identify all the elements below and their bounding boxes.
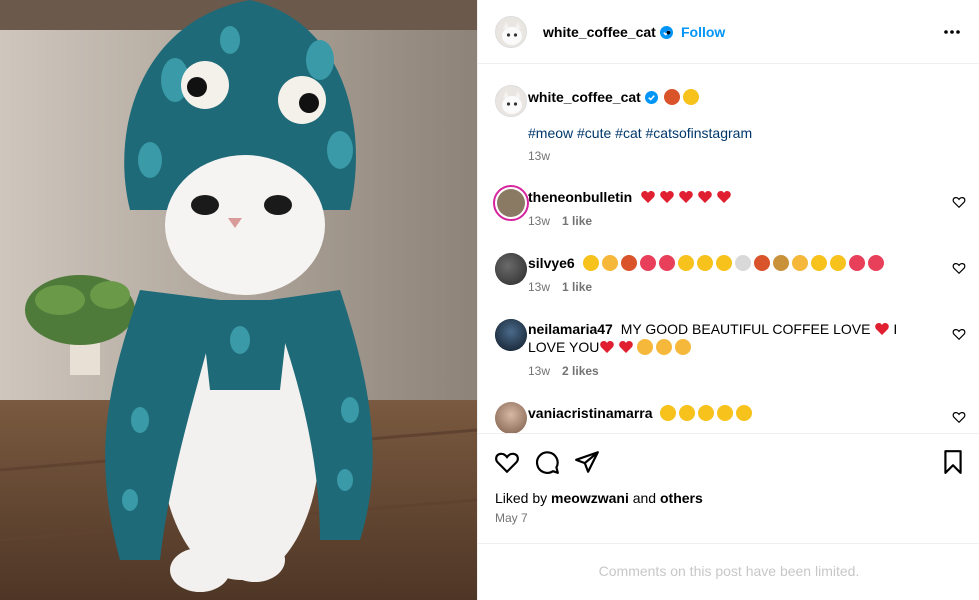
avatar-image <box>495 253 527 285</box>
red-heart-emoji-icon <box>717 191 731 203</box>
comment-emojis <box>660 405 755 421</box>
comment-text: silvye6 <box>528 254 908 272</box>
comment-text: vaniacristinamarra <box>528 404 908 422</box>
post-header: white_coffee_cat • Follow <box>478 0 979 64</box>
heart-ribbon-emoji-icon <box>867 255 884 271</box>
heart-ribbon-emoji-icon <box>658 255 675 271</box>
heart-icon[interactable] <box>952 195 966 209</box>
clap-emoji-icon <box>637 339 654 355</box>
comment-body: MY GOOD BEAUTIFUL COFFEE LOVE <box>620 321 871 337</box>
love-face-emoji-icon <box>829 255 846 271</box>
comments-limited-notice: Comments on this post have been limited. <box>478 543 979 600</box>
bookmark-icon[interactable] <box>940 449 966 475</box>
post-date[interactable]: May 7 <box>495 511 528 525</box>
kiss-face-emoji-icon <box>715 255 732 271</box>
dog-emoji-icon <box>772 255 789 271</box>
octopus-emoji-icon <box>663 89 680 105</box>
love-face-emoji-icon <box>717 405 734 421</box>
love-face-emoji-icon <box>736 405 753 421</box>
post-actions: Liked by meowzwani and others May 7 <box>478 433 979 543</box>
comment-likes[interactable]: 1 like <box>562 214 592 228</box>
post-author-name[interactable]: white_coffee_cat <box>543 24 656 40</box>
paw-emoji-icon <box>753 255 770 271</box>
growing-heart-emoji-icon <box>848 255 865 271</box>
avatar-image <box>495 402 527 433</box>
liked-by-user[interactable]: meowzwani <box>551 490 629 506</box>
hashtags[interactable]: #meow #cute #cat #catsofinstagram <box>528 125 752 141</box>
love-face-emoji-icon <box>810 255 827 271</box>
avatar[interactable] <box>495 85 527 117</box>
post-photo[interactable] <box>0 0 477 600</box>
heart-ribbon-emoji-icon <box>639 255 656 271</box>
comment-author[interactable]: theneonbulletin <box>528 189 632 205</box>
liked-by-others[interactable]: others <box>660 490 703 506</box>
follow-button[interactable]: Follow <box>681 24 725 40</box>
red-heart-emoji-icon <box>660 191 674 203</box>
kiss-face-emoji-icon <box>677 255 694 271</box>
thumbs-up-emoji-icon <box>791 255 808 271</box>
heart-icon[interactable] <box>494 449 520 475</box>
avatar[interactable] <box>495 402 527 433</box>
clap-emoji-icon <box>675 339 692 355</box>
clap-emoji-icon <box>601 255 618 271</box>
comment-author[interactable]: neilamaria47 <box>528 321 613 337</box>
red-heart-emoji-icon <box>619 341 634 353</box>
avatar-image <box>495 319 527 351</box>
avatar[interactable] <box>493 185 529 221</box>
comment-author[interactable]: silvye6 <box>528 255 575 271</box>
comment-time: 13w <box>528 364 551 378</box>
avatar[interactable] <box>495 319 527 351</box>
red-heart-emoji-icon <box>698 191 712 203</box>
comment-emojis <box>582 255 887 271</box>
comment-icon[interactable] <box>534 449 560 475</box>
heart-icon[interactable] <box>952 410 966 424</box>
verified-icon <box>644 91 658 104</box>
cat-avatar-icon <box>496 17 526 47</box>
comment-meta: 13w 2 likes <box>528 364 599 378</box>
heart-icon[interactable] <box>952 327 966 341</box>
separator-dot: • <box>666 24 671 40</box>
liked-by: Liked by meowzwani and others <box>495 490 703 506</box>
liked-by-prefix: Liked by <box>495 490 548 506</box>
comment-meta: 13w 1 like <box>528 214 592 228</box>
share-icon[interactable] <box>574 449 600 475</box>
post-detail-panel: white_coffee_cat • Follow white_coffee_c… <box>477 0 979 600</box>
liked-by-and: and <box>632 490 657 506</box>
comment-author[interactable]: vaniacristinamarra <box>528 405 653 421</box>
red-heart-emoji-icon <box>641 191 655 203</box>
octopus-emoji-icon <box>620 255 637 271</box>
cat-octopus-costume-image <box>0 0 477 600</box>
comment-text: theneonbulletin <box>528 188 908 206</box>
red-heart-emoji-icon <box>875 323 890 335</box>
caption: white_coffee_cat <box>528 88 908 106</box>
cat-face-emoji-icon <box>682 89 699 105</box>
more-icon[interactable] <box>942 22 962 42</box>
laughing-emoji-icon <box>582 255 599 271</box>
love-face-emoji-icon <box>698 405 715 421</box>
caption-time: 13w <box>528 149 550 163</box>
comment-time: 13w <box>528 280 551 294</box>
caption-author[interactable]: white_coffee_cat <box>528 89 641 105</box>
avatar[interactable] <box>495 253 527 285</box>
love-face-emoji-icon <box>660 405 677 421</box>
comment-likes[interactable]: 1 like <box>562 280 592 294</box>
caption-timestamp: 13w <box>528 149 551 163</box>
love-face-emoji-icon <box>679 405 696 421</box>
post-author[interactable]: white_coffee_cat <box>543 24 673 40</box>
red-heart-emoji-icon <box>600 341 615 353</box>
comments-list[interactable]: white_coffee_cat #meow #cute #cat #catso… <box>478 65 979 433</box>
cat-avatar-icon <box>496 86 526 116</box>
red-heart-emoji-icon <box>679 191 693 203</box>
kiss-face-emoji-icon <box>696 255 713 271</box>
heart-icon[interactable] <box>952 261 966 275</box>
coffee-emoji-icon <box>734 255 751 271</box>
clap-emoji-icon <box>656 339 673 355</box>
avatar[interactable] <box>495 16 527 48</box>
comment-emojis <box>640 189 735 205</box>
avatar-image <box>497 189 525 217</box>
comment-meta: 13w 1 like <box>528 280 592 294</box>
comment-text: neilamaria47 MY GOOD BEAUTIFUL COFFEE LO… <box>528 320 908 356</box>
comment-time: 13w <box>528 214 551 228</box>
comment-likes[interactable]: 2 likes <box>562 364 599 378</box>
